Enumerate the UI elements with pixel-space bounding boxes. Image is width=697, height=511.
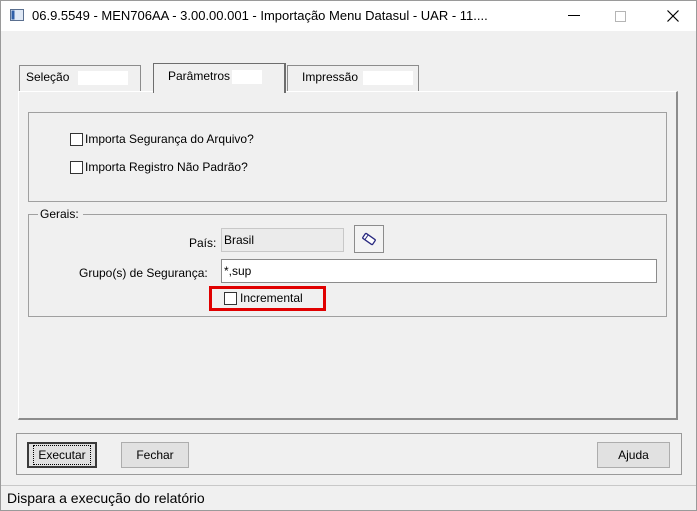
status-text: Dispara a execução do relatório [7,490,205,506]
minimize-icon [568,15,580,16]
tab-impressao-label: Impressão [302,70,359,84]
close-icon [667,10,679,22]
tab-impressao[interactable]: Impressão [287,65,419,91]
tab-parametros[interactable]: Parâmetros [153,63,286,93]
tab-selecao[interactable]: Seleção [19,65,141,91]
pais-label: País: [189,236,217,250]
options-group [28,112,667,202]
import-security-checkbox[interactable] [70,133,83,146]
grupos-label: Grupo(s) de Segurança: [79,266,208,280]
fechar-label: Fechar [136,448,174,462]
tab-selecao-fill [78,71,128,85]
pais-field: Brasil [221,228,344,252]
import-non-standard-checkbox[interactable] [70,161,83,174]
tab-parametros-fill [232,70,262,84]
grupos-field[interactable]: *,sup [221,259,657,283]
zoom-search-icon [362,232,376,246]
zoom-button[interactable] [354,225,384,253]
window: 06.9.5549 - MEN706AA - 3.00.00.001 - Imp… [0,0,697,511]
incremental-highlight [209,286,326,311]
import-non-standard-label: Importa Registro Não Padrão? [85,160,248,174]
ajuda-button[interactable]: Ajuda [597,442,670,468]
tab-parametros-label: Parâmetros [168,69,231,83]
executar-label: Executar [33,445,91,465]
app-icon [10,9,24,21]
import-security-label: Importa Segurança do Arquivo? [85,132,254,146]
maximize-icon [614,10,626,22]
title-bar: 06.9.5549 - MEN706AA - 3.00.00.001 - Imp… [1,1,696,31]
ajuda-label: Ajuda [618,448,649,462]
maximize-button[interactable] [597,1,643,31]
executar-button[interactable]: Executar [27,442,97,468]
tab-selecao-label: Seleção [26,70,70,84]
gerais-caption: Gerais: [38,207,83,221]
button-bar [16,433,682,475]
fechar-button[interactable]: Fechar [121,442,189,468]
status-bar: Dispara a execução do relatório [1,485,696,511]
close-button[interactable] [650,1,696,31]
tab-impressao-fill [363,71,413,85]
window-title: 06.9.5549 - MEN706AA - 3.00.00.001 - Imp… [32,8,488,23]
minimize-button[interactable] [551,1,597,31]
